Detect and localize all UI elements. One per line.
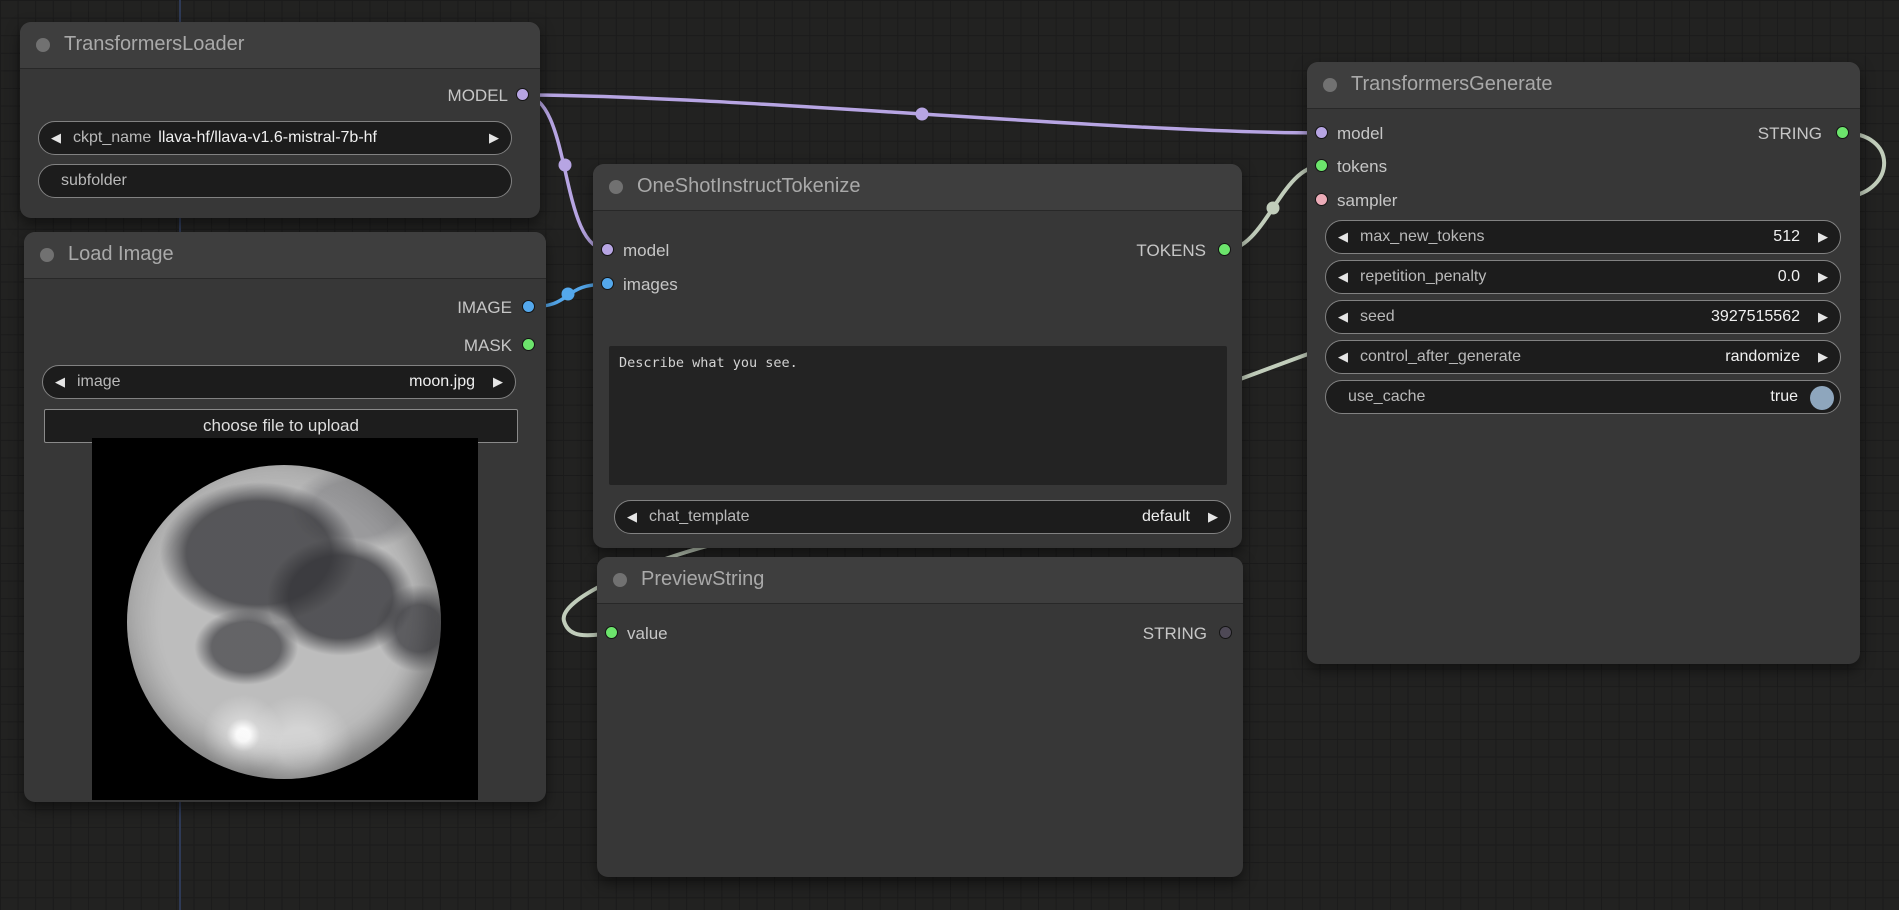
node-title: PreviewString: [641, 568, 764, 591]
increment-arrow-icon[interactable]: ▶: [481, 130, 499, 146]
collapse-dot-icon[interactable]: [609, 180, 623, 194]
widget-value: 0.0: [1778, 268, 1800, 286]
input-label-model: model: [623, 241, 669, 261]
input-port-tokens[interactable]: [1315, 159, 1328, 172]
node-preview-string[interactable]: PreviewString value STRING: [597, 557, 1243, 877]
widget-subfolder[interactable]: subfolder: [38, 164, 512, 198]
widget-value: true: [1770, 388, 1798, 406]
output-port-model[interactable]: [516, 88, 529, 101]
node-transformers-generate[interactable]: TransformersGenerate model tokens sample…: [1307, 62, 1860, 664]
decrement-arrow-icon[interactable]: ◀: [1338, 269, 1356, 285]
moon-image: [127, 465, 441, 779]
output-label-image: IMAGE: [457, 298, 512, 318]
output-label-model: MODEL: [448, 86, 508, 106]
widget-label: max_new_tokens: [1360, 228, 1485, 246]
decrement-arrow-icon[interactable]: ◀: [51, 130, 69, 146]
input-port-value[interactable]: [605, 626, 618, 639]
widget-label: chat_template: [649, 508, 750, 526]
widget-value: moon.jpg: [409, 373, 475, 391]
output-port-mask[interactable]: [522, 338, 535, 351]
output-label-tokens: TOKENS: [1136, 241, 1206, 261]
widget-use-cache[interactable]: use_cache true: [1325, 380, 1841, 414]
input-label-images: images: [623, 275, 678, 295]
node-titlebar[interactable]: OneShotInstructTokenize: [593, 164, 1242, 211]
decrement-arrow-icon[interactable]: ◀: [55, 374, 73, 390]
increment-arrow-icon[interactable]: ▶: [485, 374, 503, 390]
output-label-string: STRING: [1143, 624, 1207, 644]
widget-value: llava-hf/llava-v1.6-mistral-7b-hf: [158, 129, 377, 147]
increment-arrow-icon[interactable]: ▶: [1810, 269, 1828, 285]
node-title: TransformersLoader: [64, 33, 244, 56]
node-oneshot-instruct-tokenize[interactable]: OneShotInstructTokenize model images TOK…: [593, 164, 1242, 548]
input-label-value: value: [627, 624, 668, 644]
output-port-tokens[interactable]: [1218, 243, 1231, 256]
collapse-dot-icon[interactable]: [613, 573, 627, 587]
widget-image-select[interactable]: ◀ image moon.jpg ▶: [42, 365, 516, 399]
node-load-image[interactable]: Load Image IMAGE MASK ◀ image moon.jpg ▶…: [24, 232, 546, 802]
output-port-image[interactable]: [522, 300, 535, 313]
node-transformers-loader[interactable]: TransformersLoader MODEL ◀ ckpt_name lla…: [20, 22, 540, 218]
node-titlebar[interactable]: TransformersLoader: [20, 22, 540, 69]
input-port-model[interactable]: [601, 243, 614, 256]
widget-repetition-penalty[interactable]: ◀ repetition_penalty 0.0 ▶: [1325, 260, 1841, 294]
node-titlebar[interactable]: TransformersGenerate: [1307, 62, 1860, 109]
node-titlebar[interactable]: Load Image: [24, 232, 546, 279]
choose-file-label: choose file to upload: [203, 416, 359, 436]
decrement-arrow-icon[interactable]: ◀: [627, 509, 645, 525]
input-port-model[interactable]: [1315, 126, 1328, 139]
collapse-dot-icon[interactable]: [40, 248, 54, 262]
input-label-tokens: tokens: [1337, 157, 1387, 177]
widget-value: randomize: [1725, 348, 1800, 366]
widget-value: 3927515562: [1711, 308, 1800, 326]
widget-label: image: [77, 373, 121, 391]
widget-label: seed: [1360, 308, 1395, 326]
node-titlebar[interactable]: PreviewString: [597, 557, 1243, 604]
output-label-mask: MASK: [464, 336, 512, 356]
widget-max-new-tokens[interactable]: ◀ max_new_tokens 512 ▶: [1325, 220, 1841, 254]
input-port-sampler[interactable]: [1315, 193, 1328, 206]
input-label-model: model: [1337, 124, 1383, 144]
output-port-string[interactable]: [1219, 626, 1232, 639]
widget-value: 512: [1773, 228, 1800, 246]
wire-model-to-generate: [523, 95, 1322, 133]
widget-chat-template[interactable]: ◀ chat_template default ▶: [614, 500, 1231, 534]
input-port-images[interactable]: [601, 277, 614, 290]
wire-dot-model-to-generate: [916, 108, 929, 121]
graph-canvas[interactable]: TransformersLoader MODEL ◀ ckpt_name lla…: [0, 0, 1899, 910]
widget-ckpt-name[interactable]: ◀ ckpt_name llava-hf/llava-v1.6-mistral-…: [38, 121, 512, 155]
node-title: Load Image: [68, 243, 174, 266]
collapse-dot-icon[interactable]: [36, 38, 50, 52]
wire-dot-image-to-images: [562, 288, 575, 301]
widget-label: control_after_generate: [1360, 348, 1521, 366]
increment-arrow-icon[interactable]: ▶: [1810, 309, 1828, 325]
node-title: TransformersGenerate: [1351, 73, 1553, 96]
use-cache-toggle[interactable]: [1810, 386, 1834, 410]
widget-label: use_cache: [1348, 388, 1425, 406]
prompt-textarea[interactable]: Describe what you see.: [609, 346, 1227, 485]
increment-arrow-icon[interactable]: ▶: [1810, 349, 1828, 365]
widget-label: repetition_penalty: [1360, 268, 1486, 286]
increment-arrow-icon[interactable]: ▶: [1200, 509, 1218, 525]
image-preview: [92, 438, 478, 800]
collapse-dot-icon[interactable]: [1323, 78, 1337, 92]
widget-label: subfolder: [61, 172, 127, 190]
decrement-arrow-icon[interactable]: ◀: [1338, 309, 1356, 325]
increment-arrow-icon[interactable]: ▶: [1810, 229, 1828, 245]
wire-dot-model-to-tokenize: [559, 159, 572, 172]
widget-value: default: [1142, 508, 1190, 526]
decrement-arrow-icon[interactable]: ◀: [1338, 349, 1356, 365]
widget-label: ckpt_name: [73, 129, 151, 147]
widget-control-after-generate[interactable]: ◀ control_after_generate randomize ▶: [1325, 340, 1841, 374]
input-label-sampler: sampler: [1337, 191, 1397, 211]
decrement-arrow-icon[interactable]: ◀: [1338, 229, 1356, 245]
wire-dot-tokens-to-generate: [1267, 202, 1280, 215]
output-port-string[interactable]: [1836, 126, 1849, 139]
widget-seed[interactable]: ◀ seed 3927515562 ▶: [1325, 300, 1841, 334]
node-title: OneShotInstructTokenize: [637, 175, 860, 198]
output-label-string: STRING: [1758, 124, 1822, 144]
